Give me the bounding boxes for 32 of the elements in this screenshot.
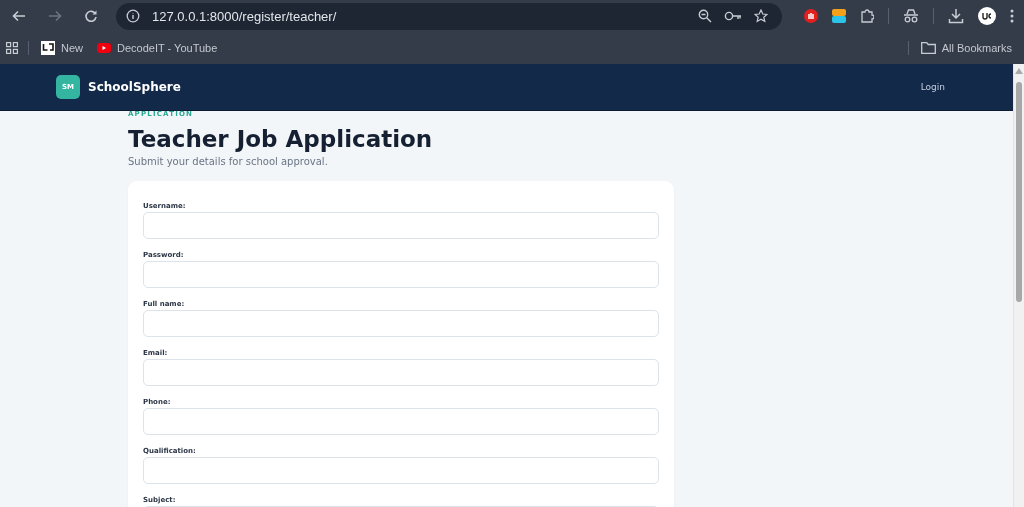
- incognito-icon[interactable]: [903, 9, 919, 23]
- puzzle-icon[interactable]: [860, 9, 874, 23]
- input-field[interactable]: [143, 212, 659, 239]
- webp-extension-icon[interactable]: [832, 9, 846, 23]
- address-bar[interactable]: 127.0.0.1:8000/register/teacher/: [116, 2, 782, 30]
- site-logo-icon: [41, 41, 55, 55]
- input-field[interactable]: [143, 457, 659, 484]
- input-field[interactable]: [143, 310, 659, 337]
- scroll-up-icon: [1015, 68, 1023, 74]
- input-field[interactable]: [143, 359, 659, 386]
- star-icon[interactable]: [754, 9, 768, 23]
- brand-name[interactable]: SchoolSphere: [88, 80, 181, 94]
- page-subtitle: Submit your details for school approval.: [128, 156, 328, 167]
- input-field[interactable]: [143, 408, 659, 435]
- download-icon[interactable]: [948, 8, 964, 24]
- profile-avatar-icon[interactable]: [978, 7, 996, 25]
- folder-icon: [920, 42, 936, 54]
- back-icon[interactable]: [12, 9, 26, 23]
- bookmark[interactable]: New: [39, 41, 85, 55]
- video-play-icon: [97, 43, 111, 53]
- bookmark[interactable]: DecodeIT - YouTube: [95, 42, 220, 54]
- apps-grid-icon[interactable]: [6, 42, 18, 54]
- zoom-icon[interactable]: [698, 9, 712, 23]
- input-field[interactable]: [143, 261, 659, 288]
- all-bookmarks-button[interactable]: All Bookmarks: [918, 42, 1014, 54]
- menu-icon[interactable]: [1010, 9, 1014, 23]
- key-icon[interactable]: [724, 10, 742, 22]
- page-title: Teacher Job Application: [128, 125, 433, 154]
- scrollbar[interactable]: [1013, 64, 1024, 507]
- reload-icon[interactable]: [84, 9, 98, 23]
- login-link[interactable]: Login: [920, 82, 945, 92]
- info-icon: [126, 9, 140, 23]
